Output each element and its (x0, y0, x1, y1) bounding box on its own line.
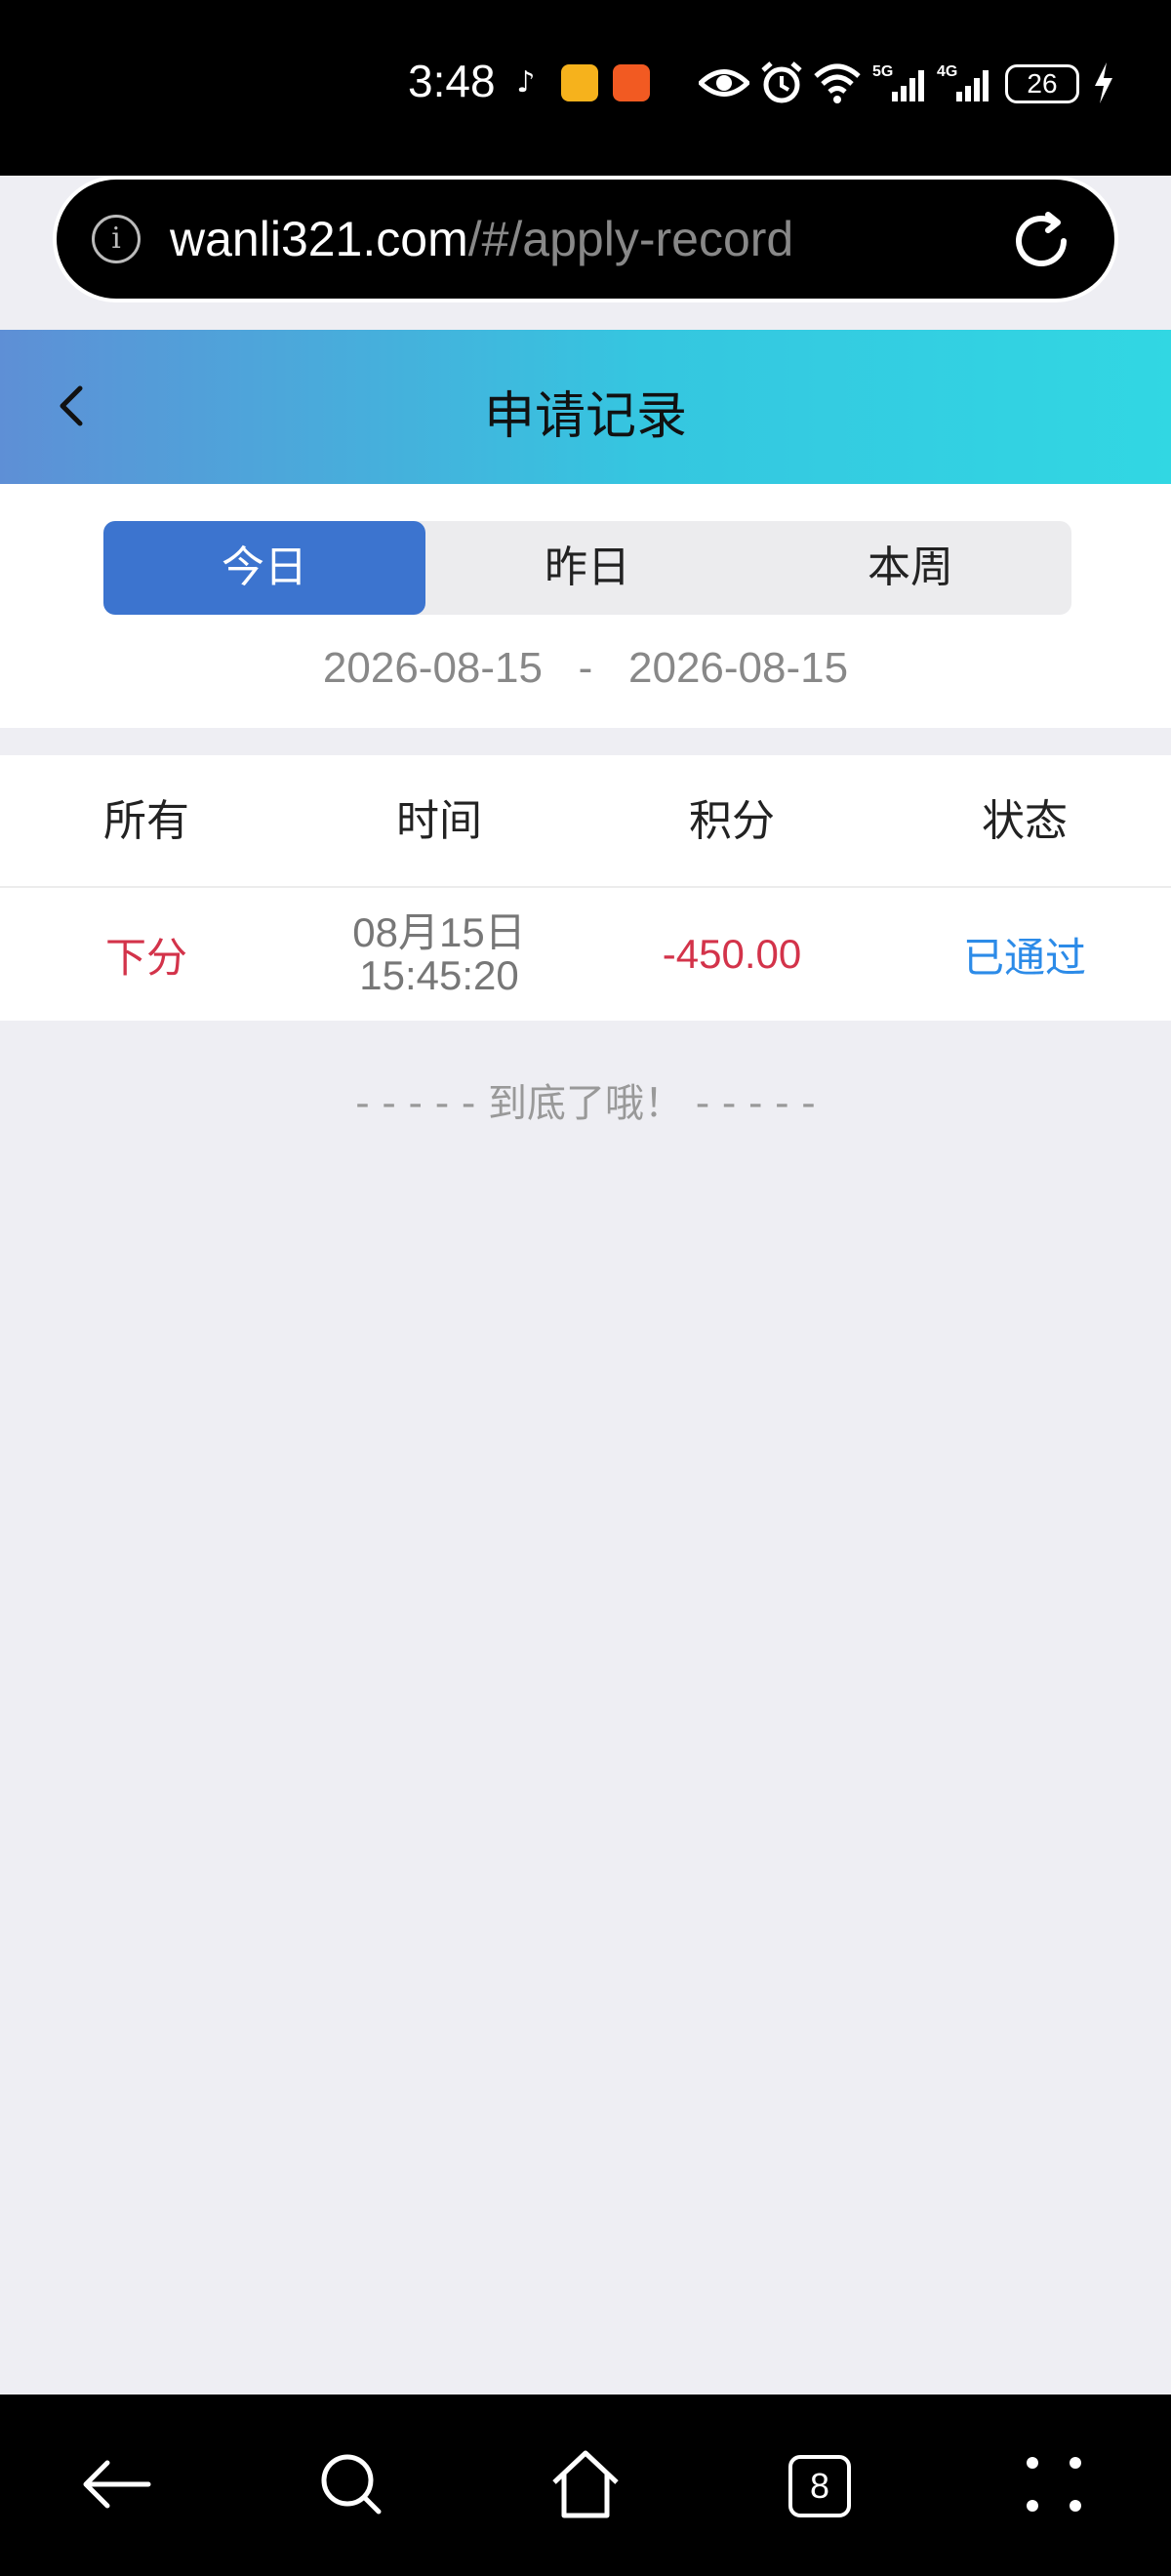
page-title: 申请记录 (483, 387, 687, 446)
nav-menu-button[interactable] (937, 2395, 1171, 2576)
column-status: 状态 (982, 796, 1068, 846)
page-header: 申请记录 (0, 330, 1171, 484)
alarm-icon (761, 61, 802, 103)
mail-app-icon (561, 64, 598, 101)
tiktok-icon: ♪ (507, 64, 545, 101)
date-from: 2026-08-15 (322, 644, 543, 692)
filter-panel: 今日 昨日 本周 2026-08-15 - 2026-08-15 (0, 484, 1171, 728)
tab-count[interactable]: 8 (788, 2455, 851, 2517)
reload-icon[interactable] (1009, 209, 1073, 273)
search-icon (321, 2454, 382, 2515)
nav-home-button[interactable] (468, 2395, 703, 2576)
url-host: wanli321.com (170, 212, 468, 266)
eye-icon (699, 69, 749, 97)
date-separator: - (578, 644, 593, 692)
site-info-icon[interactable]: i (92, 215, 141, 263)
date-filter-tabs: 今日 昨日 本周 (103, 521, 1071, 615)
back-icon (83, 2460, 151, 2509)
browser-nav-bar (0, 2395, 1171, 2576)
status-time: 3:48 (408, 56, 496, 106)
end-of-list-note: - - - - - 到底了哦！ - - - - - (355, 1081, 816, 1126)
svg-text:5G: 5G (872, 63, 893, 80)
tab-this-week[interactable]: 本周 (749, 521, 1071, 615)
url-path: /#/apply-record (467, 212, 794, 266)
record-type: 下分 (104, 933, 187, 982)
record-points: -450.00 (662, 931, 802, 977)
nav-search-button[interactable] (234, 2395, 468, 2576)
shopping-app-icon (613, 64, 650, 101)
address-bar[interactable]: i wanli321.com/#/apply-record (53, 176, 1118, 302)
column-type[interactable]: 所有 (0, 755, 293, 888)
records-table: 所有 时间 积分 状态 下分 08月15日 15:45:20 -450.00 已… (0, 755, 1171, 1021)
table-header: 所有 时间 积分 状态 (0, 755, 1171, 888)
svg-text:4G: 4G (937, 63, 957, 80)
record-date: 08月15日 (352, 909, 526, 955)
signal-5g-icon: 5G (872, 63, 924, 101)
status-bar: 3:48 ♪ 5G 4G 26 (0, 0, 1171, 176)
tab-today[interactable]: 今日 (103, 521, 425, 615)
record-status: 已通过 (962, 933, 1086, 982)
record-time: 08月15日 15:45:20 (293, 888, 586, 1021)
battery-level: 26 (1005, 64, 1079, 103)
url-text[interactable]: wanli321.com/#/apply-record (170, 211, 793, 267)
tab-yesterday[interactable]: 昨日 (426, 521, 748, 615)
date-range[interactable]: 2026-08-15 - 2026-08-15 (0, 644, 1171, 693)
home-icon (552, 2450, 619, 2518)
menu-dots-icon (1027, 2457, 1081, 2512)
column-time: 时间 (396, 796, 482, 846)
record-clock: 15:45:20 (359, 952, 519, 998)
charging-icon (1095, 62, 1112, 103)
table-row[interactable]: 下分 08月15日 15:45:20 -450.00 已通过 (0, 888, 1171, 1021)
signal-4g-icon: 4G (937, 63, 989, 101)
date-to: 2026-08-15 (628, 644, 849, 692)
column-points: 积分 (689, 796, 775, 846)
wifi-icon (814, 63, 861, 103)
nav-back-button[interactable] (0, 2395, 234, 2576)
